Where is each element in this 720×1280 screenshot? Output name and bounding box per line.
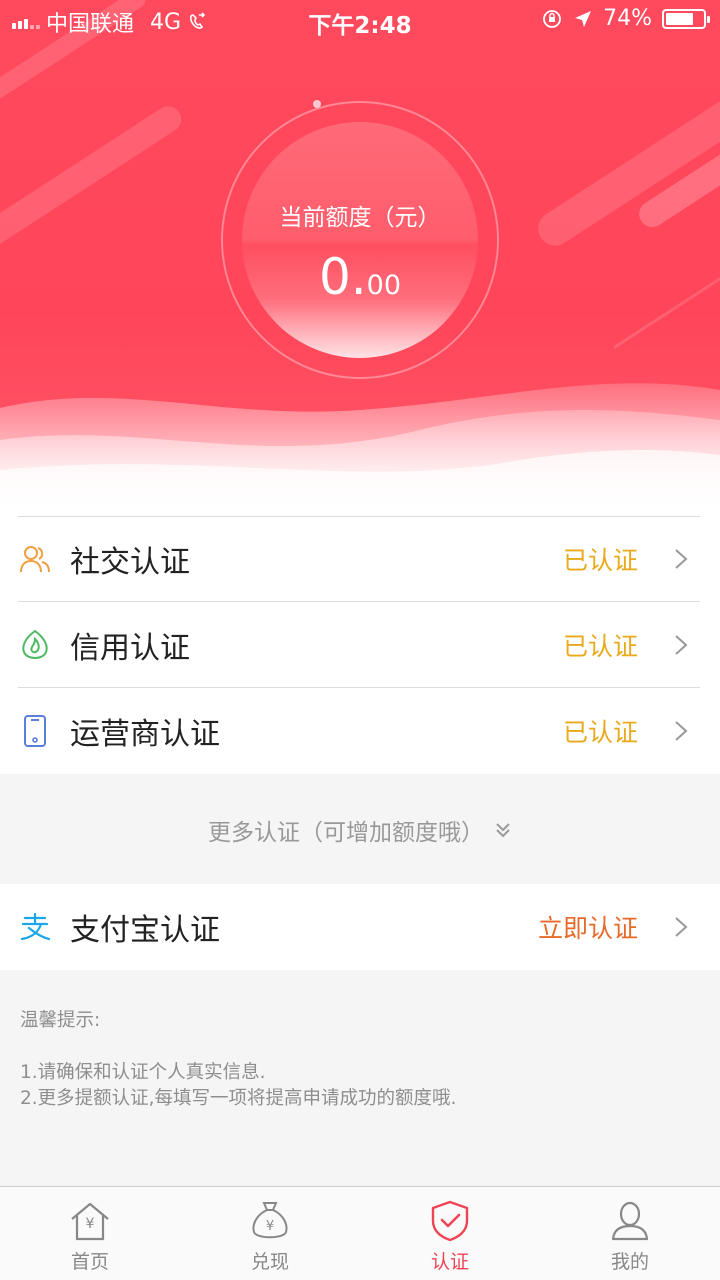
chevron-right-icon <box>670 548 692 570</box>
certification-list: 社交认证 已认证 信用认证 已认证 运营商认证 已认证 <box>0 516 720 774</box>
tips-heading: 温馨提示: <box>20 1010 101 1031</box>
cert-status: 已认证 <box>562 632 638 661</box>
cert-title: 支付宝认证 <box>70 913 220 948</box>
decor-streak <box>531 81 720 253</box>
tips-section: 温馨提示: 1.请确保和认证个人真实信息. 2.更多提额认证,每填写一项将提高申… <box>20 1008 456 1112</box>
quota-amount-decimal: 00 <box>366 270 402 301</box>
decor-streak <box>0 101 187 265</box>
wave-decoration <box>0 383 720 520</box>
tab-label: 认证 <box>430 1251 469 1273</box>
credit-icon <box>18 628 52 662</box>
quota-display: 当前额度（元） 0.00 <box>242 122 478 358</box>
svg-text:¥: ¥ <box>266 1219 274 1234</box>
battery-level <box>666 12 693 25</box>
chevron-right-icon <box>670 634 692 656</box>
location-icon <box>575 10 592 27</box>
divider <box>18 516 700 517</box>
quota-amount-integer: 0. <box>318 248 367 306</box>
tips-line: 1.请确保和认证个人真实信息. <box>20 1062 266 1083</box>
chevron-right-icon <box>670 720 692 742</box>
tab-bar: ¥ 首页 ¥ 兑现 认证 我的 <box>0 1186 720 1280</box>
quota-label: 当前额度（元） <box>279 205 441 231</box>
tab-cash[interactable]: ¥ 兑现 <box>180 1187 360 1280</box>
tab-label: 我的 <box>610 1251 649 1273</box>
decor-streak <box>612 253 720 350</box>
cert-title: 社交认证 <box>70 545 190 580</box>
money-bag-icon: ¥ <box>252 1202 288 1239</box>
home-icon: ¥ <box>71 1202 109 1241</box>
cert-status: 立即认证 <box>537 914 638 943</box>
cert-item-alipay[interactable]: 支付宝认证 立即认证 <box>0 884 720 970</box>
status-bar: 中国联通 4G 下午2:48 74% <box>0 0 720 40</box>
tab-label: 首页 <box>70 1251 109 1273</box>
cert-title: 信用认证 <box>70 631 190 666</box>
double-chevron-down-icon <box>496 823 510 838</box>
cert-status: 已认证 <box>562 546 638 575</box>
user-icon <box>611 1201 649 1241</box>
quota-header: 中国联通 4G 下午2:48 74% 当前额度（元） 0.00 <box>0 0 720 520</box>
tab-label: 兑现 <box>250 1251 289 1273</box>
shield-check-icon <box>431 1200 469 1242</box>
tab-home[interactable]: ¥ 首页 <box>0 1187 180 1280</box>
tab-certify[interactable]: 认证 <box>360 1187 540 1280</box>
more-certifications-label: 更多认证（可增加额度哦） <box>208 820 484 846</box>
rotation-lock-icon <box>543 9 561 28</box>
cert-title: 运营商认证 <box>70 717 220 752</box>
cert-item-credit[interactable]: 信用认证 已认证 <box>0 602 720 688</box>
cert-item-carrier[interactable]: 运营商认证 已认证 <box>0 688 720 774</box>
cert-item-social[interactable]: 社交认证 已认证 <box>0 516 720 602</box>
quota-amount: 0.00 <box>242 248 478 306</box>
cert-status: 已认证 <box>562 718 638 747</box>
tab-mine[interactable]: 我的 <box>540 1187 720 1280</box>
people-icon <box>18 542 52 576</box>
alipay-card: 支付宝认证 立即认证 <box>0 884 720 970</box>
chevron-right-icon <box>670 916 692 938</box>
alipay-icon <box>18 910 52 944</box>
tips-line: 2.更多提额认证,每填写一项将提高申请成功的额度哦. <box>20 1088 457 1109</box>
more-certifications-toggle[interactable]: 更多认证（可增加额度哦） <box>0 776 720 884</box>
battery-icon <box>662 8 710 29</box>
svg-text:¥: ¥ <box>86 1216 95 1232</box>
phone-icon <box>18 714 52 748</box>
battery-percent: 74% <box>603 6 652 31</box>
